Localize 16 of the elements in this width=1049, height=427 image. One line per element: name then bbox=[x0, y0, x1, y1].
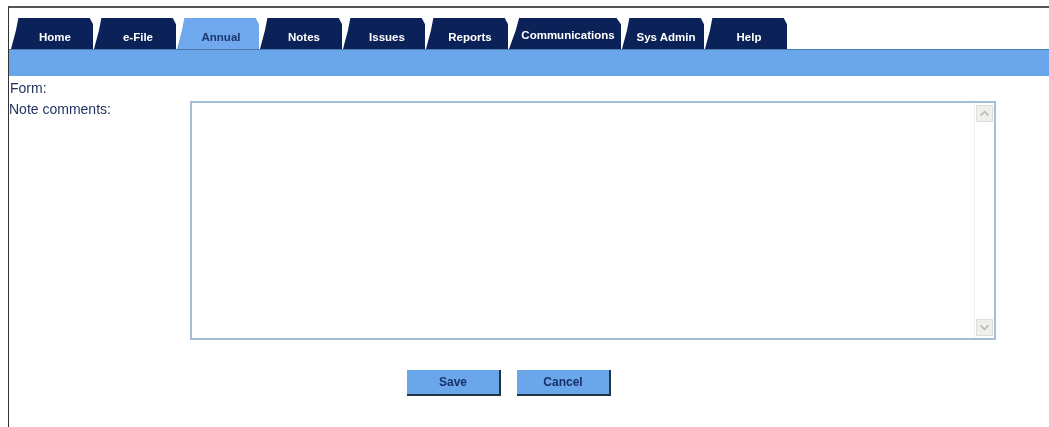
nav-tab[interactable]: Help bbox=[705, 18, 787, 49]
scroll-up-icon[interactable] bbox=[976, 104, 993, 122]
note-comments-field[interactable] bbox=[190, 100, 996, 340]
nav-tab[interactable]: Issues bbox=[343, 18, 425, 49]
nav-tab[interactable]: Reports bbox=[426, 18, 508, 49]
nav-tab[interactable]: Notes bbox=[260, 18, 342, 49]
cancel-button[interactable]: Cancel bbox=[517, 369, 611, 396]
note-comments-label: Note comments: bbox=[9, 100, 111, 117]
nav-tab[interactable]: Communications bbox=[509, 18, 621, 49]
save-button[interactable]: Save bbox=[407, 369, 501, 396]
nav-tab[interactable]: Sys Admin bbox=[622, 18, 704, 49]
form-label: Form: bbox=[10, 80, 47, 96]
scroll-down-icon[interactable] bbox=[976, 318, 993, 336]
nav-tab[interactable]: Annual bbox=[177, 18, 259, 49]
nav-tab[interactable]: Home bbox=[11, 18, 93, 49]
nav-tab[interactable]: e-File bbox=[94, 18, 176, 49]
